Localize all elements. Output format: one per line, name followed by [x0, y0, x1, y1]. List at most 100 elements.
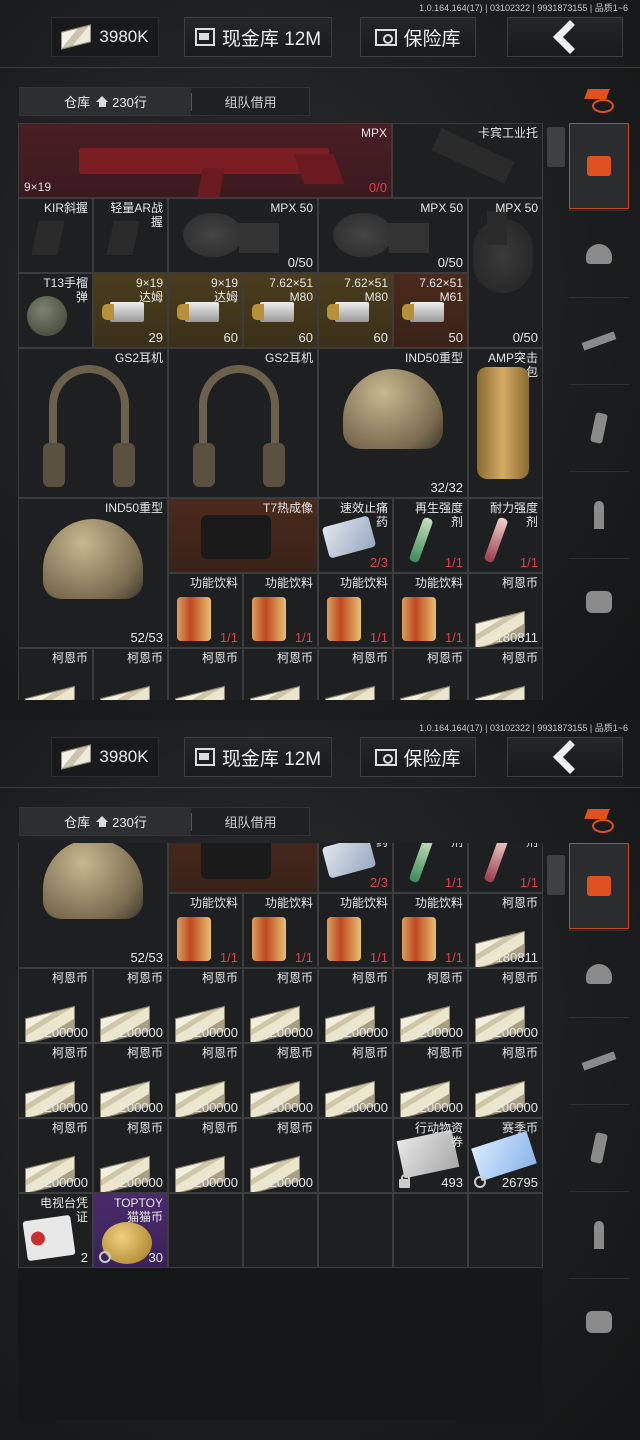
stack-refresh-button[interactable] — [569, 80, 629, 120]
empty-slot[interactable] — [468, 1193, 543, 1268]
inventory-item-kir[interactable]: KIR斜握 — [18, 198, 93, 273]
inventory-item-k14[interactable]: 柯恩币 200000 — [468, 1043, 543, 1118]
inventory-item-toy[interactable]: TOPTOY 猫猫币 30 — [93, 1193, 168, 1268]
tab-team-borrow[interactable]: 组队借用 — [192, 808, 309, 835]
sidebar-tab-gear[interactable] — [569, 210, 629, 296]
empty-slot[interactable] — [318, 1118, 393, 1193]
inventory-item-regen[interactable]: 再生强度 剂 1/1 — [393, 843, 468, 893]
inventory-item-stock[interactable]: 卡宾工业托 — [392, 123, 543, 198]
sidebar-tab-attachments[interactable] — [569, 558, 629, 644]
inventory-item-k7[interactable]: 柯恩币200000 — [468, 968, 543, 1043]
inventory-item-mag2[interactable]: MPX 50 0/50 — [318, 198, 468, 273]
inventory-item-k2[interactable]: 柯恩币200000 — [93, 968, 168, 1043]
inventory-item-k5[interactable]: 柯恩币200000 — [318, 968, 393, 1043]
inventory-item-arg[interactable]: 轻量AR战 握 — [93, 198, 168, 273]
inventory-item-ind2[interactable]: IND50重型52/53 — [18, 843, 168, 968]
inventory-item-endu[interactable]: 耐力强度 剂 1/1 — [468, 498, 543, 573]
cash-vault-button[interactable]: 现金库 12M — [184, 17, 332, 57]
inventory-item-ind1[interactable]: IND50重型 32/32 — [318, 348, 468, 498]
inventory-item-med[interactable]: 速效止痛 药 2/3 — [318, 843, 393, 893]
tab-team-borrow[interactable]: 组队借用 — [192, 88, 309, 115]
inventory-item-k1[interactable]: 柯恩币200000 — [18, 968, 93, 1043]
inventory-item-t13[interactable]: T13手榴 弹 — [18, 273, 93, 348]
inventory-item-d3[interactable]: 功能饮料 1/1 — [318, 893, 393, 968]
inventory-item-med[interactable]: 速效止痛 药 2/3 — [318, 498, 393, 573]
inventory-item-d1[interactable]: 功能饮料 1/1 — [168, 573, 243, 648]
inventory-item-t7[interactable]: T7热成像 — [168, 498, 318, 573]
tab-warehouse[interactable]: 仓库 230行 — [20, 808, 191, 835]
money-button[interactable]: 3980K — [51, 737, 159, 777]
inventory-item-season[interactable]: 赛季币 26795 — [468, 1118, 543, 1193]
inventory-item-ind2[interactable]: IND50重型52/53 — [18, 498, 168, 648]
scrollbar-thumb[interactable] — [547, 127, 565, 167]
inventory-item-k6[interactable]: 柯恩币200000 — [393, 968, 468, 1043]
sidebar-tab-attachments[interactable] — [569, 1278, 629, 1364]
inventory-item-k5[interactable]: 柯恩币200000 — [318, 648, 393, 700]
inventory-item-a5[interactable]: 7.62×51 M61 50 — [393, 273, 468, 348]
inventory-item-k3[interactable]: 柯恩币200000 — [168, 648, 243, 700]
inventory-item-k16[interactable]: 柯恩币 200000 — [93, 1118, 168, 1193]
inventory-item-k13[interactable]: 柯恩币 200000 — [393, 1043, 468, 1118]
stack-refresh-button[interactable] — [569, 800, 629, 840]
inventory-item-k7[interactable]: 柯恩币200000 — [468, 648, 543, 700]
inventory-item-a4[interactable]: 7.62×51 M80 60 — [318, 273, 393, 348]
tab-warehouse[interactable]: 仓库 230行 — [20, 88, 191, 115]
inventory-item-k10[interactable]: 柯恩币 200000 — [168, 1043, 243, 1118]
grid-scrollbar[interactable] — [547, 843, 565, 1420]
inventory-item-d4[interactable]: 功能饮料 1/1 — [393, 573, 468, 648]
inventory-item-k11[interactable]: 柯恩币 200000 — [243, 1043, 318, 1118]
inventory-grid[interactable]: MPX0/09×19卡宾工业托KIR斜握轻量AR战 握MPX 500/50MPX… — [18, 843, 543, 1420]
sidebar-tab-all[interactable] — [569, 123, 629, 209]
inventory-item-d3[interactable]: 功能饮料 1/1 — [318, 573, 393, 648]
sidebar-tab-all[interactable] — [569, 843, 629, 929]
inventory-item-k3[interactable]: 柯恩币200000 — [168, 968, 243, 1043]
inventory-item-k8[interactable]: 柯恩币 200000 — [18, 1043, 93, 1118]
inventory-item-amp[interactable]: AMP突击 包 — [468, 348, 543, 498]
inventory-item-regen[interactable]: 再生强度 剂 1/1 — [393, 498, 468, 573]
sidebar-tab-gear[interactable] — [569, 930, 629, 1016]
inventory-item-act[interactable]: 行动物资 券 493 — [393, 1118, 468, 1193]
inventory-item-d1[interactable]: 功能饮料 1/1 — [168, 893, 243, 968]
inventory-item-gs2[interactable]: GS2耳机 — [168, 348, 318, 498]
sidebar-tab-ammo[interactable] — [569, 1191, 629, 1277]
inventory-item-k9[interactable]: 柯恩币 200000 — [93, 1043, 168, 1118]
inventory-item-k18[interactable]: 柯恩币 200000 — [243, 1118, 318, 1193]
inventory-item-k2[interactable]: 柯恩币200000 — [93, 648, 168, 700]
inventory-item-d4[interactable]: 功能饮料 1/1 — [393, 893, 468, 968]
sidebar-tab-magazines[interactable] — [569, 1104, 629, 1190]
inventory-item-k0[interactable]: 柯恩币 180811 — [468, 893, 543, 968]
safe-button[interactable]: 保险库 — [360, 17, 476, 57]
inventory-item-k1[interactable]: 柯恩币200000 — [18, 648, 93, 700]
inventory-item-d2[interactable]: 功能饮料 1/1 — [243, 893, 318, 968]
sidebar-tab-weapons[interactable] — [569, 297, 629, 383]
empty-slot[interactable] — [318, 1193, 393, 1268]
empty-slot[interactable] — [168, 1193, 243, 1268]
cash-vault-button[interactable]: 现金库 12M — [184, 737, 332, 777]
scrollbar-thumb[interactable] — [547, 855, 565, 895]
empty-slot[interactable] — [243, 1193, 318, 1268]
inventory-item-k0[interactable]: 柯恩币 180811 — [468, 573, 543, 648]
back-button[interactable] — [507, 17, 623, 57]
inventory-item-k17[interactable]: 柯恩币 200000 — [168, 1118, 243, 1193]
inventory-item-k4[interactable]: 柯恩币200000 — [243, 648, 318, 700]
money-button[interactable]: 3980K — [51, 17, 159, 57]
empty-slot[interactable] — [393, 1193, 468, 1268]
inventory-item-a1[interactable]: 9×19 达姆 29 — [93, 273, 168, 348]
inventory-item-t7[interactable]: T7热成像 — [168, 843, 318, 893]
inventory-item-k6[interactable]: 柯恩币200000 — [393, 648, 468, 700]
inventory-item-k12[interactable]: 柯恩币 200000 — [318, 1043, 393, 1118]
inventory-item-mag1[interactable]: MPX 50 0/50 — [168, 198, 318, 273]
inventory-item-mpx[interactable]: MPX 0/0 9×19 — [18, 123, 392, 198]
inventory-item-a3[interactable]: 7.62×51 M80 60 — [243, 273, 318, 348]
sidebar-tab-magazines[interactable] — [569, 384, 629, 470]
inventory-item-k15[interactable]: 柯恩币 200000 — [18, 1118, 93, 1193]
back-button[interactable] — [507, 737, 623, 777]
sidebar-tab-weapons[interactable] — [569, 1017, 629, 1103]
inventory-item-k4[interactable]: 柯恩币200000 — [243, 968, 318, 1043]
grid-scrollbar[interactable] — [547, 123, 565, 700]
inventory-item-d2[interactable]: 功能饮料 1/1 — [243, 573, 318, 648]
sidebar-tab-ammo[interactable] — [569, 471, 629, 557]
inventory-item-mag3[interactable]: MPX 50 0/50 — [468, 198, 543, 348]
inventory-item-tv[interactable]: 电视台凭 证 2 — [18, 1193, 93, 1268]
safe-button[interactable]: 保险库 — [360, 737, 476, 777]
